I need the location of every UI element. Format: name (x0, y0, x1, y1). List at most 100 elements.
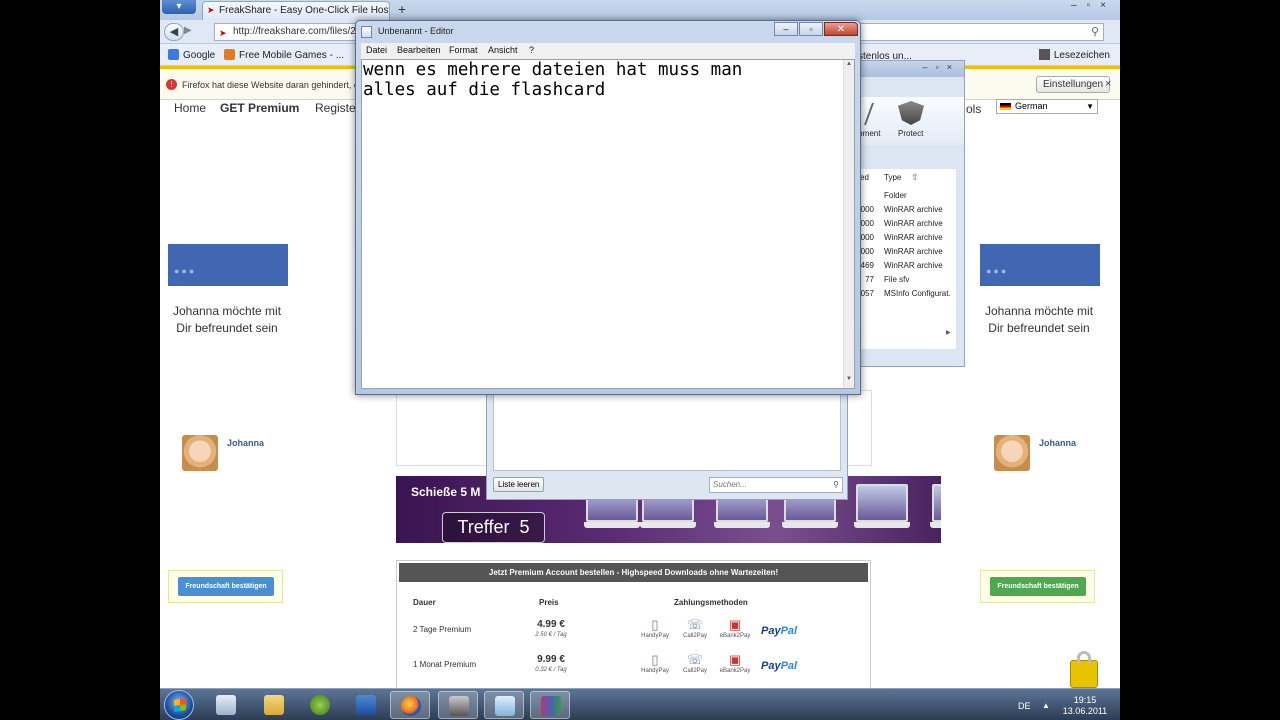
payment-label: eBank2Pay (719, 668, 751, 674)
taskbar-word[interactable] (346, 691, 386, 719)
close-icon[interactable]: × (1105, 78, 1111, 90)
search-input[interactable]: Suchen... ⚲ (709, 477, 843, 493)
search-icon[interactable]: ⚲ (1091, 24, 1099, 40)
row-type[interactable]: Folder (884, 191, 907, 200)
bookmark-free-mobile-games[interactable]: Free Mobile Games - ... (224, 49, 344, 61)
vertical-scrollbar[interactable]: ▲ ▼ (843, 60, 854, 388)
row-type[interactable]: MSInfo Configurat. (884, 289, 951, 298)
scroll-right-icon[interactable]: ▶ (946, 329, 951, 336)
paypal-logo-b: Pal (780, 660, 798, 672)
avatar[interactable] (182, 435, 218, 471)
row-duration: 1 Monat Premium (413, 660, 477, 669)
facebook-ad-right[interactable]: ●●● (980, 244, 1100, 286)
call2pay-option[interactable]: ☏ Call2Pay (675, 617, 715, 639)
call2pay-option[interactable]: ☏ Call2Pay (675, 652, 715, 674)
language-select[interactable]: German ▼ (996, 99, 1098, 114)
browser-window-controls[interactable]: –▫× (1071, 0, 1116, 11)
archive-window-titlebar[interactable]: –▫× (856, 61, 964, 77)
friend-name[interactable]: Johanna (1039, 438, 1076, 448)
call-icon: ☏ (686, 617, 704, 632)
shield-icon[interactable] (898, 101, 924, 125)
paypal-option[interactable]: PayPal (761, 660, 797, 672)
call-icon: ☏ (686, 652, 704, 667)
menu-edit[interactable]: Bearbeiten (397, 45, 441, 55)
facebook-ad-left[interactable]: ●●● (168, 244, 288, 286)
payment-label: Call2Pay (682, 668, 707, 674)
calculator-icon (216, 695, 236, 715)
nav-tools-partial[interactable]: ols (966, 102, 981, 116)
ebank2pay-option[interactable]: ▣ eBank2Pay (715, 652, 755, 674)
new-tab-button[interactable]: + (394, 2, 410, 18)
clear-list-button[interactable]: Liste leeren (493, 477, 545, 492)
scroll-up-icon[interactable]: ▲ (844, 61, 854, 71)
notepad-window[interactable]: Unbenannt - Editor – ▫ ✕ Datei Bearbeite… (355, 20, 861, 395)
payment-label: HandyPay (641, 633, 669, 639)
lock-icon[interactable] (1070, 651, 1098, 688)
games-icon (224, 49, 235, 60)
scroll-down-icon[interactable]: ▼ (844, 376, 854, 386)
laptop-base (640, 522, 696, 528)
firefox-icon (401, 696, 421, 716)
hit-counter-value: 5 (519, 517, 530, 537)
row-type[interactable]: WinRAR archive (884, 233, 943, 242)
ebank2pay-option[interactable]: ▣ eBank2Pay (715, 617, 755, 639)
browser-tab[interactable]: ➤ FreakShare - Easy One-Click File Hosti… (202, 1, 390, 20)
row-type[interactable]: WinRAR archive (884, 205, 943, 214)
notepad-text-area[interactable]: wenn es mehrere dateien hat muss man all… (361, 59, 855, 389)
close-button[interactable]: ✕ (824, 22, 858, 36)
nav-home[interactable]: Home (174, 101, 206, 115)
archive-window[interactable]: –▫× mment Protect ced Type ⇧ 000 000 000… (851, 60, 965, 367)
window-controls[interactable]: –▫× (923, 62, 960, 72)
browser-tab-bar: ▾ ➤ FreakShare - Easy One-Click File Hos… (160, 0, 1120, 20)
windows-logo-icon (174, 698, 186, 712)
notification-settings-button[interactable]: Einstellungen (1036, 76, 1111, 93)
menu-help[interactable]: ? (529, 45, 534, 55)
handypay-option[interactable]: ▯ HandyPay (635, 652, 675, 674)
start-button[interactable] (164, 690, 194, 720)
bookmark-google[interactable]: Google (168, 49, 215, 61)
taskbar-notepad[interactable] (484, 691, 524, 719)
clock-date: 13.06.2011 (1062, 706, 1108, 716)
confirm-friendship-button[interactable]: Freundschaft bestätigen (178, 577, 274, 596)
friend-name[interactable]: Johanna (227, 438, 264, 448)
confirm-friendship-button[interactable]: Freundschaft bestätigen (990, 577, 1086, 596)
column-header-type[interactable]: Type (884, 173, 901, 182)
language-indicator[interactable]: DE (1018, 701, 1031, 711)
nav-register[interactable]: Registe (315, 101, 356, 115)
chevron-down-icon: ▼ (1086, 102, 1094, 111)
bookmarks-menu-button[interactable]: Lesezeichen (1038, 49, 1110, 61)
taskbar-game[interactable] (300, 691, 340, 719)
taskbar-explorer[interactable] (254, 691, 294, 719)
taskbar-firefox[interactable] (390, 691, 430, 719)
menu-format[interactable]: Format (449, 45, 478, 55)
back-button[interactable]: ◀ (164, 23, 184, 41)
row-type[interactable]: WinRAR archive (884, 219, 943, 228)
menu-view[interactable]: Ansicht (488, 45, 518, 55)
clock[interactable]: 19:15 13.06.2011 (1057, 695, 1113, 717)
firefox-menu-button[interactable]: ▾ (162, 0, 196, 14)
taskbar-calculator[interactable] (206, 691, 246, 719)
tray-expand-icon[interactable]: ▲ (1042, 701, 1050, 710)
nav-get-premium[interactable]: GET Premium (220, 101, 299, 115)
row-price-per-day: 2.50 € / Tag (535, 632, 567, 638)
row-type[interactable]: WinRAR archive (884, 247, 943, 256)
maximize-button[interactable]: ▫ (799, 22, 823, 36)
toolbar-protect-label[interactable]: Protect (898, 129, 923, 138)
taskbar-winrar[interactable] (530, 691, 570, 719)
sort-icon[interactable]: ⇧ (911, 172, 919, 183)
notepad-text[interactable]: wenn es mehrere dateien hat muss man all… (363, 60, 833, 100)
search-icon[interactable]: ⚲ (833, 478, 839, 492)
archive-file-list: ced Type ⇧ 000 000 000 000 469 77 057 Fo… (856, 169, 956, 349)
row-type[interactable]: WinRAR archive (884, 261, 943, 270)
paypal-option[interactable]: PayPal (761, 625, 797, 637)
download-list-window[interactable]: Liste leeren Suchen... ⚲ (486, 390, 848, 500)
row-type[interactable]: File sfv (884, 275, 909, 284)
menu-file[interactable]: Datei (366, 45, 387, 55)
minimize-button[interactable]: – (774, 22, 798, 36)
forward-button[interactable]: ▶ (184, 25, 198, 39)
avatar[interactable] (994, 435, 1030, 471)
phone-icon: ▯ (651, 652, 659, 667)
premium-header: Jetzt Premium Account bestellen - Highsp… (399, 563, 868, 582)
handypay-option[interactable]: ▯ HandyPay (635, 617, 675, 639)
taskbar-download-manager[interactable] (438, 691, 478, 719)
